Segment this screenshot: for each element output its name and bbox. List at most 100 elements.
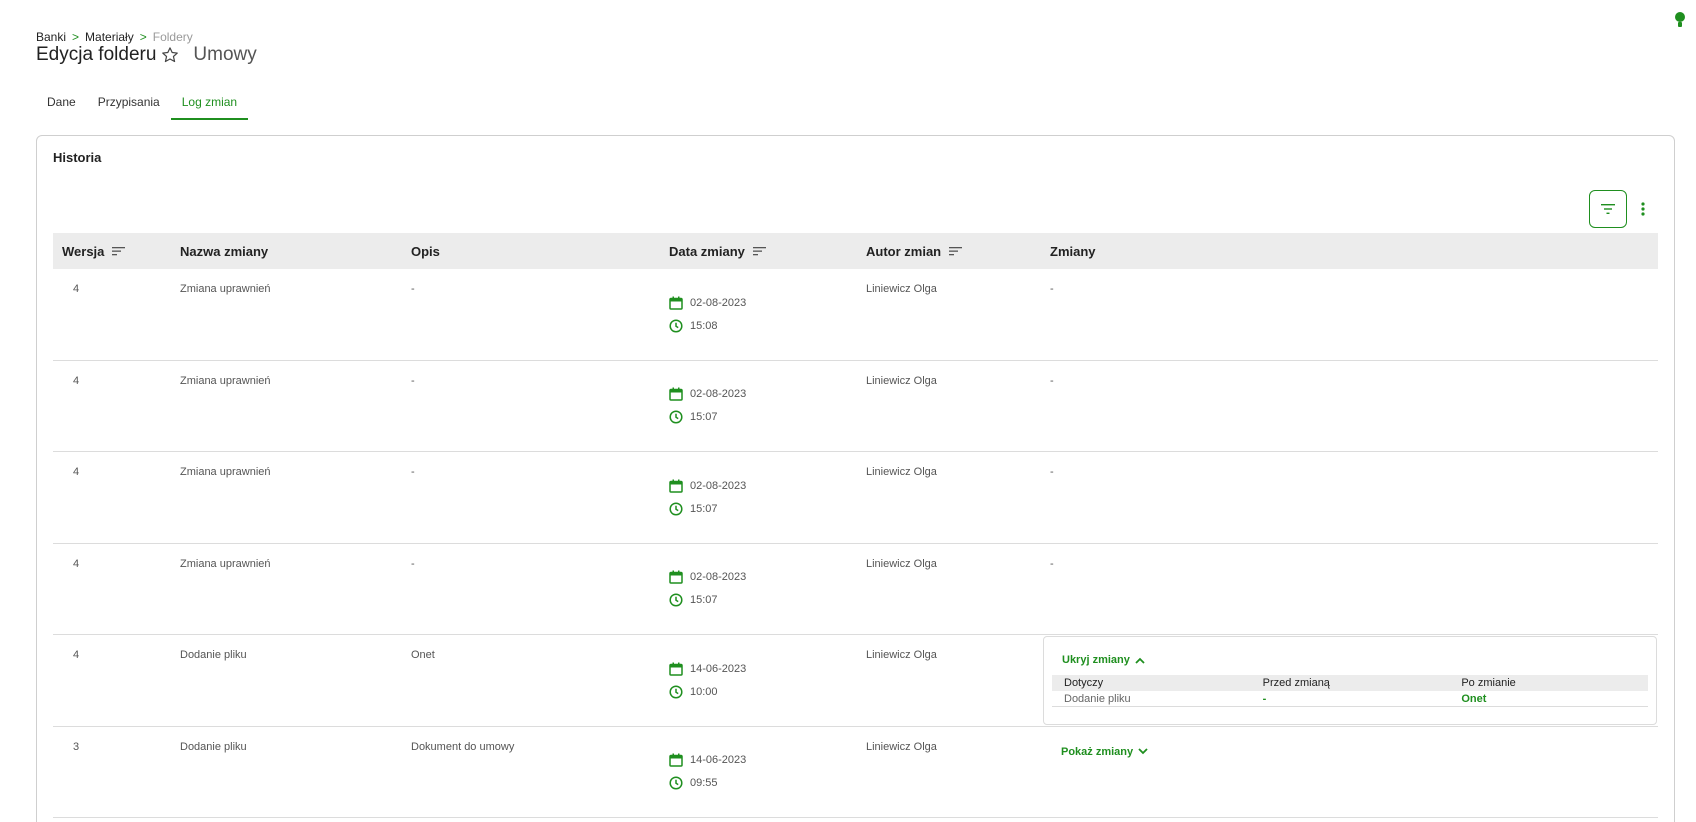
sort-icon[interactable] (752, 246, 766, 256)
show-changes-toggle[interactable]: Pokaż zmiany (1061, 746, 1148, 758)
calendar-icon (669, 479, 683, 493)
author-cell: Liniewicz Olga (866, 283, 937, 295)
clock-icon (669, 318, 683, 333)
version-cell: 4 (73, 283, 80, 295)
author-cell: Liniewicz Olga (866, 374, 937, 387)
column-header-version[interactable]: Wersja (62, 233, 126, 269)
version-cell: 4 (73, 557, 80, 570)
column-label: Nazwa zmiany (180, 243, 269, 259)
time-value: 15:08 (690, 319, 718, 332)
changes-details-panel: Ukryj zmiany Dotyczy Przed zmianą Po zmi… (1043, 636, 1657, 725)
sort-icon[interactable] (949, 246, 963, 256)
tab-dane[interactable]: Dane (36, 90, 87, 120)
date-cell: 02-08-2023 15:08 (669, 291, 746, 337)
time-value: 15:07 (690, 594, 718, 606)
clock-icon (669, 776, 683, 790)
table-row: 4 Zmiana uprawnień - 02-08-2023 15:07 Li… (53, 361, 1658, 452)
time-value: 09:55 (690, 777, 718, 789)
table-row: 4 Zmiana uprawnień - 02-08-2023 15:08 Li… (53, 269, 1658, 361)
column-label: Data zmiany (669, 243, 745, 259)
description-cell: - (411, 557, 415, 570)
changes-header-target: Dotyczy (1064, 677, 1104, 689)
changes-header-after: Po zmianie (1461, 677, 1516, 689)
page-subtitle: Umowy (193, 44, 257, 65)
change-name-cell: Zmiana uprawnień (180, 283, 271, 295)
table-row: 3 Dodanie pliku Dokument do umowy 14-06-… (53, 727, 1658, 818)
changes-target-value: Dodanie pliku (1064, 692, 1131, 705)
date-value: 02-08-2023 (690, 571, 747, 583)
hide-changes-toggle[interactable]: Ukryj zmiany (1062, 654, 1145, 666)
breadcrumb-current: Foldery (152, 30, 193, 44)
filter-icon (1601, 204, 1615, 214)
filter-button[interactable] (1589, 190, 1627, 228)
column-label: Zmiany (1050, 243, 1096, 259)
breadcrumb-separator: > (72, 30, 80, 44)
calendar-icon (669, 570, 683, 584)
card-title: Historia (53, 150, 102, 165)
tab-log-zmian[interactable]: Log zmian (170, 90, 249, 120)
sort-icon[interactable] (112, 246, 126, 256)
column-label: Opis (411, 243, 440, 259)
more-vertical-icon (1641, 202, 1645, 216)
date-cell: 14-06-2023 09:55 (669, 749, 746, 795)
version-cell: 4 (73, 374, 80, 387)
page-title: Edycja folderu (36, 44, 157, 65)
clock-icon (669, 410, 683, 424)
column-header-author[interactable]: Autor zmian (866, 233, 963, 269)
tab-przypisania[interactable]: Przypisania (87, 90, 171, 120)
column-header-changes: Zmiany (1050, 233, 1096, 269)
changes-cell: - (1050, 374, 1054, 387)
time-value: 15:07 (690, 411, 718, 423)
clock-icon (669, 593, 683, 607)
toggle-label: Ukryj zmiany (1062, 654, 1130, 666)
date-value: 02-08-2023 (690, 296, 747, 309)
changes-cell: - (1050, 283, 1054, 295)
column-header-date[interactable]: Data zmiany (669, 233, 766, 269)
calendar-icon (669, 296, 683, 310)
changes-table-row: Dodanie pliku - Onet (1052, 691, 1648, 707)
author-cell: Liniewicz Olga (866, 466, 937, 478)
breadcrumb-item-materialy[interactable]: Materiały (85, 30, 134, 44)
author-cell: Liniewicz Olga (866, 740, 937, 753)
description-cell: - (411, 283, 415, 295)
date-value: 02-08-2023 (690, 479, 747, 492)
change-name-cell: Dodanie pliku (180, 740, 247, 753)
toggle-label: Pokaż zmiany (1061, 745, 1134, 758)
changes-header-before: Przed zmianą (1262, 677, 1330, 689)
calendar-icon (669, 662, 683, 676)
column-label: Autor zmian (866, 243, 942, 259)
date-value: 14-06-2023 (690, 754, 747, 766)
calendar-icon (669, 753, 683, 767)
changes-table: Dotyczy Przed zmianą Po zmianie Dodanie … (1052, 675, 1648, 707)
changes-after-value: Onet (1461, 692, 1487, 705)
column-label: Wersja (62, 243, 105, 259)
clock-icon (669, 684, 683, 699)
table-row: 4 Zmiana uprawnień - 02-08-2023 15:07 Li… (53, 544, 1658, 635)
version-cell: 4 (73, 466, 80, 478)
table-row: 4 Zmiana uprawnień - 02-08-2023 15:07 Li… (53, 452, 1658, 544)
breadcrumb-item-banki[interactable]: Banki (36, 30, 66, 44)
page-header: Edycja folderu Umowy (36, 44, 257, 66)
history-card: Historia Wersja Nazwa zmiany Opis Data z… (36, 135, 1675, 822)
author-cell: Liniewicz Olga (866, 649, 937, 661)
star-outline-icon[interactable] (161, 46, 179, 64)
change-name-cell: Zmiana uprawnień (180, 557, 271, 570)
more-options-button[interactable] (1637, 198, 1649, 220)
changes-cell: - (1050, 466, 1054, 478)
date-value: 14-06-2023 (690, 662, 747, 675)
chevron-down-icon (1138, 748, 1148, 755)
lightbulb-icon (1675, 12, 1685, 27)
date-cell: 02-08-2023 15:07 (669, 566, 746, 612)
breadcrumb: Banki > Materiały > Foldery (36, 30, 193, 44)
time-value: 15:07 (690, 502, 718, 515)
time-value: 10:00 (690, 685, 718, 698)
change-name-cell: Dodanie pliku (180, 649, 247, 661)
change-name-cell: Zmiana uprawnień (180, 466, 271, 478)
calendar-icon (669, 387, 683, 401)
changes-cell: - (1050, 557, 1054, 570)
date-cell: 14-06-2023 10:00 (669, 657, 746, 703)
clock-icon (669, 501, 683, 516)
chevron-up-icon (1135, 657, 1145, 664)
date-value: 02-08-2023 (690, 388, 747, 400)
author-cell: Liniewicz Olga (866, 557, 937, 570)
